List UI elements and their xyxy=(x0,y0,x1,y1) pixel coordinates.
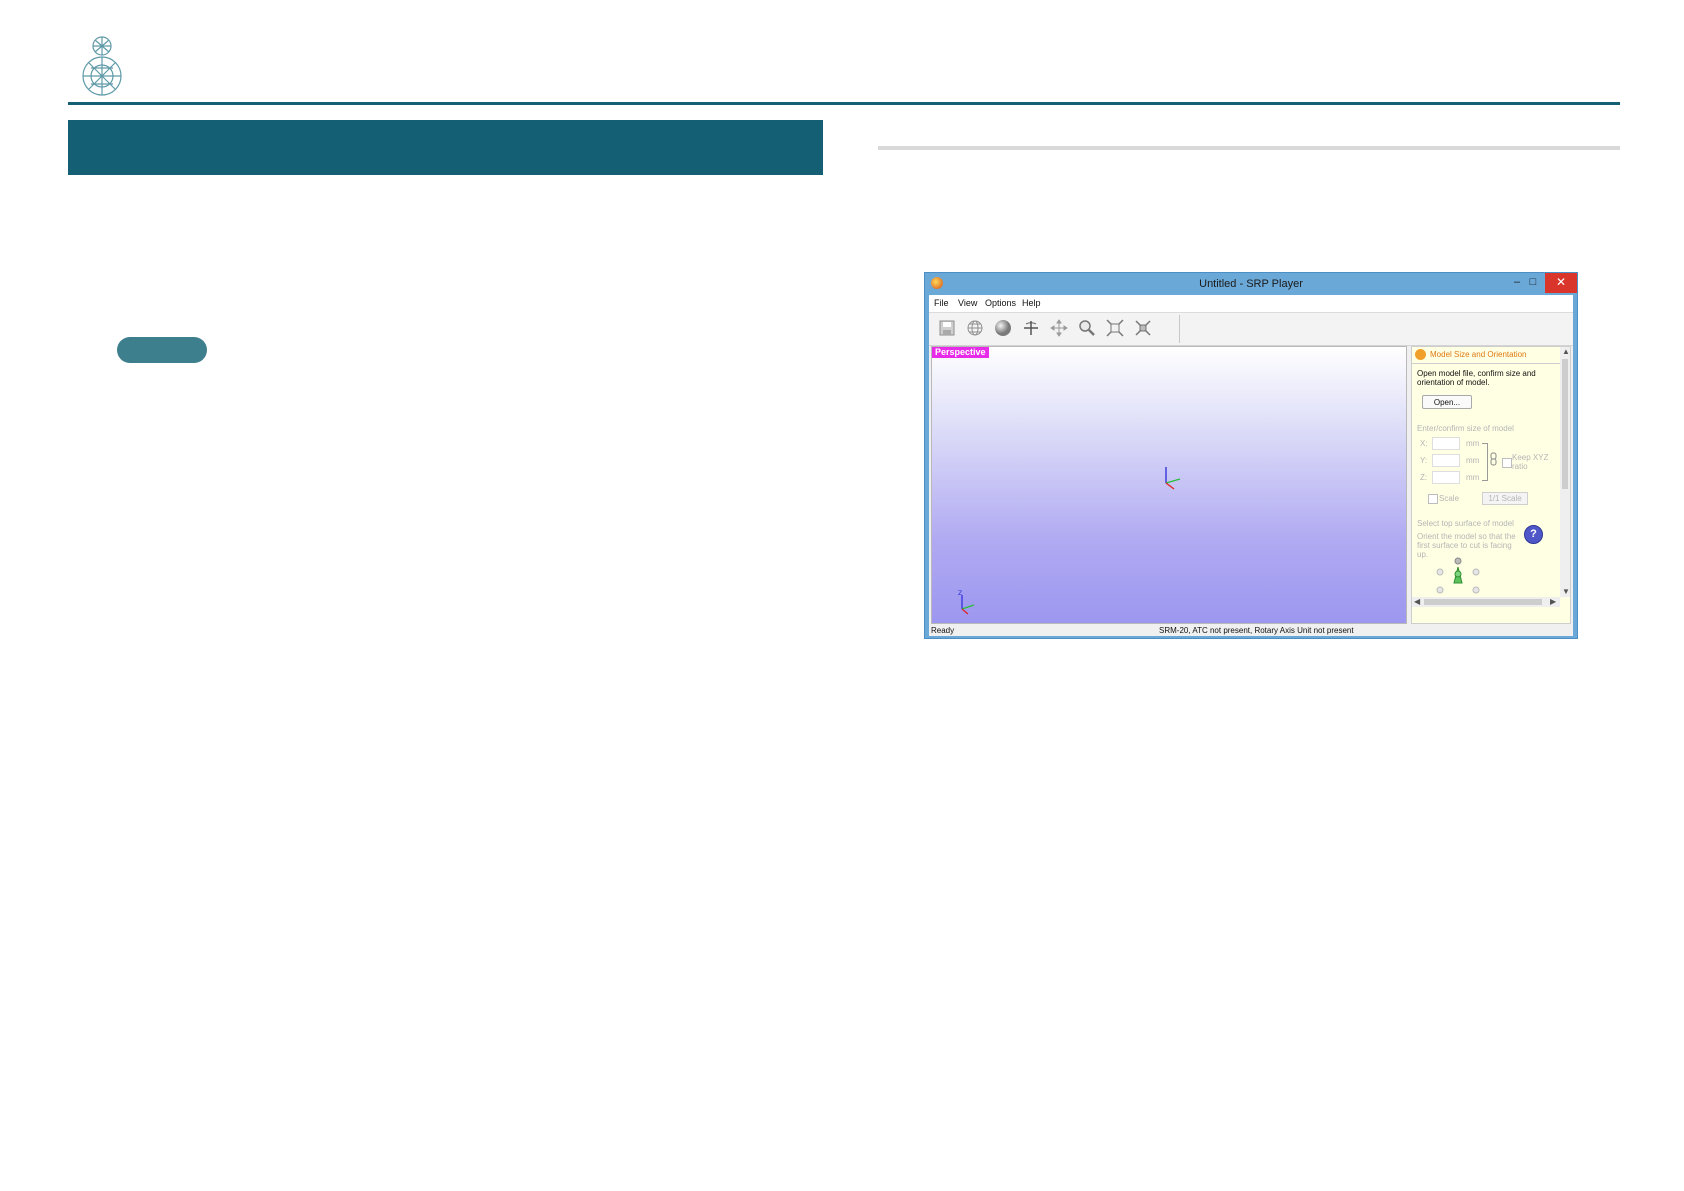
z-unit: mm xyxy=(1466,473,1480,482)
open-button[interactable]: Open... xyxy=(1422,395,1472,409)
scroll-down-icon[interactable]: ▼ xyxy=(1562,587,1570,597)
logo-icon xyxy=(82,36,122,96)
z-label: Z: xyxy=(1420,473,1428,482)
status-machine-info: SRM-20, ATC not present, Rotary Axis Uni… xyxy=(1159,626,1354,635)
keep-ratio-label: Keep XYZ ratio xyxy=(1512,453,1549,471)
panel-horizontal-scroll-thumb[interactable] xyxy=(1424,599,1542,605)
keep-ratio-checkbox[interactable] xyxy=(1502,458,1512,468)
info-icon xyxy=(1415,349,1426,360)
maximize-button[interactable]: □ xyxy=(1521,273,1545,293)
view-mode-label: Perspective xyxy=(932,347,989,358)
save-icon[interactable] xyxy=(937,319,957,339)
scroll-right-icon[interactable]: ▶ xyxy=(1550,597,1556,607)
srp-player-window: Untitled - SRP Player – □ ✕ File View Op… xyxy=(924,272,1578,639)
fit-icon[interactable] xyxy=(1105,319,1125,339)
panel-header: Model Size and Orientation xyxy=(1412,347,1560,364)
orientation-selector-icon[interactable] xyxy=(1428,557,1488,597)
status-ready: Ready xyxy=(931,626,955,635)
size-label: Enter/confirm size of model xyxy=(1417,424,1514,433)
header-rule xyxy=(68,102,1620,105)
menu-file[interactable]: File xyxy=(934,295,949,312)
render-sphere-icon[interactable] xyxy=(993,319,1013,339)
toolbar xyxy=(929,313,1573,346)
one-to-one-scale-button[interactable]: 1/1 Scale xyxy=(1482,492,1528,505)
status-bar: Ready SRM-20, ATC not present, Rotary Ax… xyxy=(929,625,1573,636)
menu-options[interactable]: Options xyxy=(985,295,1016,312)
ratio-bracket xyxy=(1482,443,1488,481)
expand-icon[interactable] xyxy=(1133,319,1153,339)
help-icon[interactable]: ? xyxy=(1524,525,1543,544)
scale-checkbox[interactable] xyxy=(1428,494,1438,504)
section-divider xyxy=(878,146,1620,150)
y-label: Y: xyxy=(1420,456,1428,465)
orient-instructions: Orient the model so that the first surfa… xyxy=(1417,532,1516,559)
orientation-axes-icon: Z xyxy=(958,590,975,615)
x-unit: mm xyxy=(1466,439,1480,448)
window-client: File View Options Help Perspective Z Mod… xyxy=(929,295,1573,636)
panel-vertical-scroll-thumb[interactable] xyxy=(1562,359,1568,489)
title-bar[interactable]: Untitled - SRP Player – □ ✕ xyxy=(925,273,1577,295)
model-size-panel: Model Size and Orientation Open model fi… xyxy=(1411,346,1571,624)
section-title-bar xyxy=(68,120,823,175)
zoom-icon[interactable] xyxy=(1077,319,1097,339)
y-unit: mm xyxy=(1466,456,1480,465)
note-badge xyxy=(117,337,207,363)
pan-icon[interactable] xyxy=(1049,319,1069,339)
origin-axes-icon xyxy=(1165,467,1181,490)
link-icon xyxy=(1490,452,1498,471)
3d-viewport[interactable]: Perspective Z xyxy=(931,346,1407,624)
x-label: X: xyxy=(1420,439,1428,448)
menu-help[interactable]: Help xyxy=(1022,295,1041,312)
close-button[interactable]: ✕ xyxy=(1545,273,1577,293)
menu-view[interactable]: View xyxy=(958,295,977,312)
menu-bar: File View Options Help xyxy=(929,295,1573,313)
rotate-icon[interactable] xyxy=(1021,319,1041,339)
top-surface-label: Select top surface of model xyxy=(1417,519,1514,528)
panel-title: Model Size and Orientation xyxy=(1430,350,1527,359)
scroll-left-icon[interactable]: ◀ xyxy=(1414,597,1420,607)
scroll-up-icon[interactable]: ▲ xyxy=(1562,347,1570,357)
window-title: Untitled - SRP Player xyxy=(1199,278,1303,290)
x-size-input[interactable] xyxy=(1432,437,1460,450)
scale-label: Scale xyxy=(1439,494,1460,503)
panel-description: Open model file, confirm size and orient… xyxy=(1417,369,1536,387)
wireframe-icon[interactable] xyxy=(965,319,985,339)
y-size-input[interactable] xyxy=(1432,454,1460,467)
z-size-input[interactable] xyxy=(1432,471,1460,484)
toolbar-separator xyxy=(1179,315,1180,343)
